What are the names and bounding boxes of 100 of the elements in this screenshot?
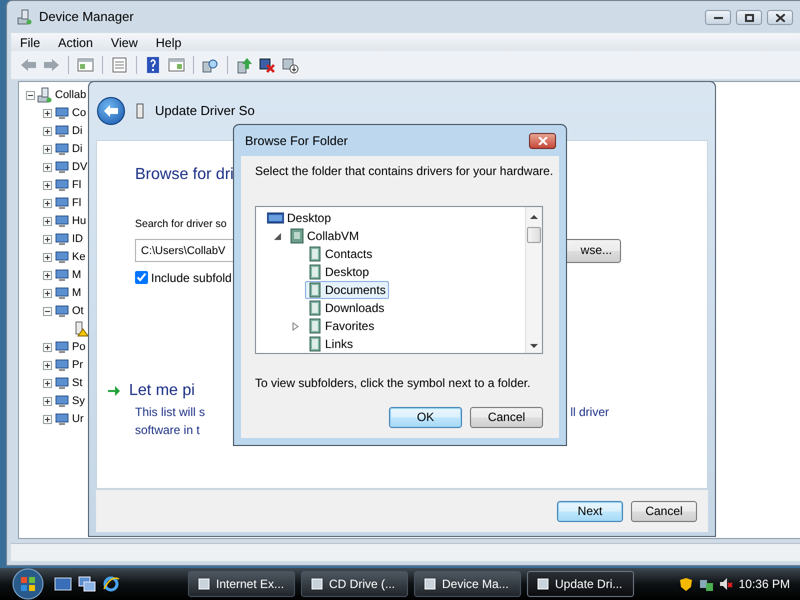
expand-toggle[interactable]: [43, 396, 52, 406]
menu-item[interactable]: File: [11, 33, 50, 51]
expand-toggle[interactable]: [43, 270, 52, 280]
device-icon: [54, 213, 70, 229]
expand-toggle[interactable]: [43, 342, 52, 352]
expand-arrow-icon[interactable]: [274, 232, 282, 242]
expand-toggle[interactable]: [43, 144, 52, 154]
expand-toggle[interactable]: [43, 126, 52, 136]
tree-item[interactable]: Pr: [72, 356, 83, 374]
device-icon: [54, 105, 70, 121]
menu-item[interactable]: Action: [49, 33, 102, 51]
dialog-button[interactable]: Cancel: [631, 500, 697, 522]
expand-toggle[interactable]: [43, 108, 52, 118]
expand-toggle[interactable]: [43, 414, 52, 424]
close-button[interactable]: [767, 10, 793, 25]
tree-item[interactable]: Fl: [72, 176, 82, 194]
maximize-button[interactable]: [736, 10, 762, 25]
dialog-button[interactable]: OK: [389, 407, 462, 428]
tree-item[interactable]: Di: [72, 122, 82, 140]
tree-item[interactable]: Desktop: [305, 263, 372, 281]
switch-windows-icon[interactable]: [78, 575, 96, 593]
device-icon: [54, 195, 70, 211]
back-button[interactable]: [97, 97, 125, 125]
taskbar-button[interactable]: Device Ma...: [414, 571, 521, 597]
tree-item[interactable]: Hu: [72, 212, 86, 230]
tree-item[interactable]: Desktop: [264, 209, 334, 227]
browser-icon[interactable]: [102, 575, 120, 593]
expand-toggle[interactable]: [43, 198, 52, 208]
disable-icon[interactable]: [258, 56, 277, 74]
expand-toggle[interactable]: [43, 360, 52, 370]
tree-item[interactable]: Sy: [72, 392, 85, 410]
shield-icon[interactable]: [678, 576, 693, 592]
windows-logo-icon: [11, 568, 45, 600]
option-description: software in t: [135, 422, 200, 439]
device-icon: [54, 177, 70, 193]
tree-item[interactable]: Ur: [72, 410, 84, 428]
tree-item[interactable]: Po: [72, 338, 86, 356]
minimize-button[interactable]: [705, 10, 731, 25]
close-icon: [538, 137, 548, 145]
field-label: Search for driver so: [135, 217, 227, 232]
include-subfolders-checkbox[interactable]: [135, 271, 148, 284]
taskbar-button[interactable]: Update Dri...: [527, 571, 634, 597]
tree-item[interactable]: Downloads: [305, 299, 388, 317]
tree-item[interactable]: ID: [72, 230, 83, 248]
clock[interactable]: 10:36 PM: [738, 575, 790, 593]
tree-item[interactable]: Collab: [55, 86, 86, 104]
app-icon: [423, 577, 437, 591]
tree-item[interactable]: Ke: [72, 248, 86, 266]
expand-toggle[interactable]: [43, 306, 52, 316]
device-icon: [54, 339, 70, 355]
device-icon: [54, 123, 70, 139]
tree-item[interactable]: Di: [72, 140, 82, 158]
tree-item[interactable]: M: [72, 266, 82, 284]
tree-item[interactable]: St: [72, 374, 82, 392]
expand-toggle[interactable]: [43, 234, 52, 244]
expand-toggle[interactable]: [26, 90, 35, 100]
close-button[interactable]: [529, 133, 556, 149]
tree-item[interactable]: M: [72, 284, 82, 302]
taskbar-button[interactable]: CD Drive (...: [301, 571, 408, 597]
device-icon: [54, 303, 70, 319]
tree-item[interactable]: Documents: [305, 281, 389, 299]
expand-toggle[interactable]: [43, 180, 52, 190]
expand-toggle[interactable]: [43, 288, 52, 298]
expand-toggle[interactable]: [43, 162, 52, 172]
instruction-text: Select the folder that contains drivers for your hardware.: [255, 163, 554, 180]
tree-item[interactable]: Ot: [72, 302, 84, 320]
volume-muted-icon[interactable]: [718, 576, 733, 592]
menu-item[interactable]: View: [102, 33, 147, 51]
expand-toggle[interactable]: [43, 378, 52, 388]
tree-item[interactable]: CollabVM: [287, 227, 362, 245]
console-tree-icon[interactable]: [76, 56, 95, 74]
computer-icon: [37, 87, 53, 103]
tree-item[interactable]: Fl: [72, 194, 82, 212]
scrollbar-thumb[interactable]: [527, 227, 541, 243]
menu-item[interactable]: Help: [146, 33, 190, 51]
dialog-button[interactable]: Cancel: [470, 407, 543, 428]
tree-item[interactable]: Favorites: [305, 317, 378, 335]
properties-icon[interactable]: [110, 56, 129, 74]
expand-arrow-icon[interactable]: [292, 322, 300, 332]
app-icon: [310, 577, 324, 591]
action-pane-icon[interactable]: [167, 56, 186, 74]
expand-toggle[interactable]: [43, 252, 52, 262]
dialog-button[interactable]: Next: [557, 500, 623, 522]
show-desktop-icon[interactable]: [54, 575, 72, 593]
option-description: ll driver: [570, 404, 609, 421]
tree-item[interactable]: Contacts: [305, 245, 376, 263]
tree-item[interactable]: DV: [72, 158, 88, 176]
tree-item[interactable]: Co: [72, 104, 86, 122]
scrollbar[interactable]: [525, 207, 542, 353]
taskbar-button[interactable]: Internet Ex...: [188, 571, 295, 597]
expand-toggle[interactable]: [43, 216, 52, 226]
warning-device-icon: [73, 321, 89, 337]
window-title: Update Driver So: [155, 102, 255, 120]
device-icon: [54, 411, 70, 427]
update-driver-icon[interactable]: [235, 56, 254, 74]
uninstall-icon[interactable]: [281, 56, 300, 74]
tree-item[interactable]: Links: [305, 335, 356, 353]
computer-icon: [17, 9, 33, 25]
dialog-title: Browse For Folder: [245, 132, 348, 150]
option-title[interactable]: Let me pi: [129, 378, 195, 403]
